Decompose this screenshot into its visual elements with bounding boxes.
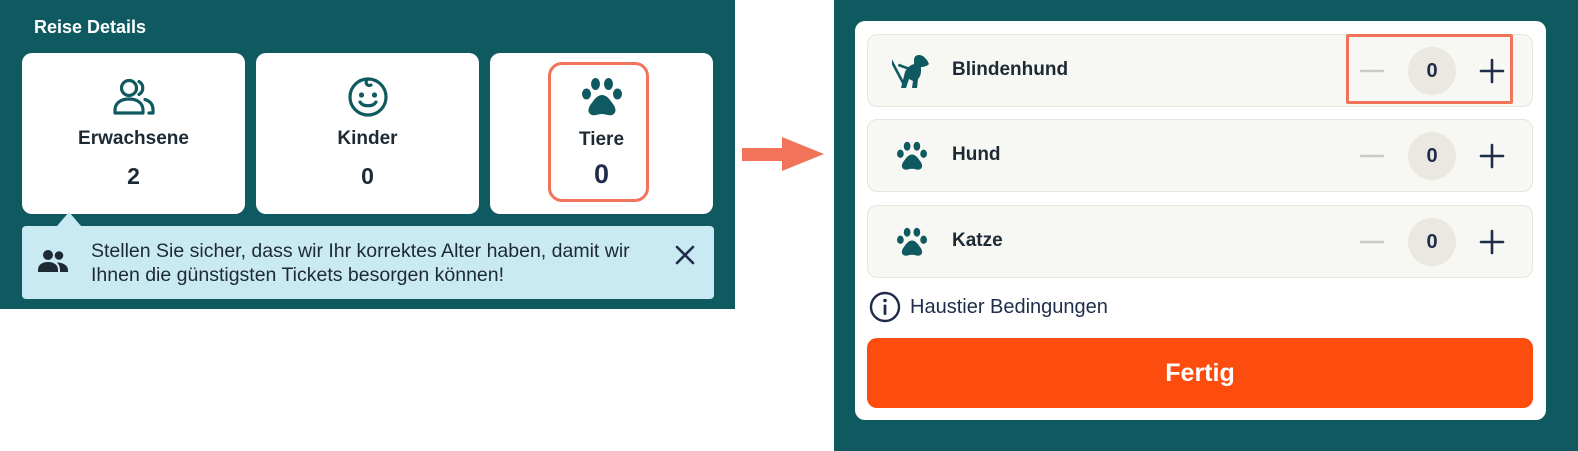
arrow-right-icon <box>742 136 826 172</box>
passenger-cards: Erwachsene 2 Kinder 0 Tiere 0 <box>22 53 714 215</box>
card-animals[interactable]: Tiere 0 <box>490 53 713 214</box>
animals-sheet: Blindenhund 0 Hund 0 Katze 0 Haustier Be… <box>855 21 1546 420</box>
info-message: Stellen Sie sicher, dass wir Ihr korrekt… <box>91 240 630 286</box>
row-label: Hund <box>952 144 1001 165</box>
child-face-icon <box>345 75 391 119</box>
card-label: Tiere <box>578 129 625 150</box>
count-value: 0 <box>1408 218 1456 266</box>
info-banner: Stellen Sie sicher, dass wir Ihr korrekt… <box>22 226 714 299</box>
callout-pointer <box>57 212 81 226</box>
pet-terms-link[interactable]: Haustier Bedingungen <box>869 291 1108 323</box>
paw-icon <box>892 223 932 261</box>
people-icon <box>37 246 69 276</box>
card-children[interactable]: Kinder 0 <box>256 53 479 214</box>
card-adults[interactable]: Erwachsene 2 <box>22 53 245 214</box>
increment-button[interactable] <box>1478 228 1506 256</box>
card-count: 0 <box>361 163 374 189</box>
count-value: 0 <box>1408 132 1456 180</box>
row-cat: Katze 0 <box>867 205 1533 278</box>
animals-panel: Blindenhund 0 Hund 0 Katze 0 Haustier Be… <box>834 0 1578 451</box>
travel-details-panel: Reise Details Erwachsene 2 Kinder 0 Tier… <box>0 0 735 309</box>
done-button[interactable]: Fertig <box>867 338 1533 408</box>
increment-button[interactable] <box>1478 57 1506 85</box>
row-dog: Hund 0 <box>867 119 1533 192</box>
section-title: Reise Details <box>34 17 147 37</box>
row-label: Katze <box>952 230 1003 251</box>
count-value: 0 <box>1408 47 1456 95</box>
paw-icon <box>579 75 625 119</box>
guide-dog-icon <box>892 52 932 90</box>
close-icon[interactable] <box>672 242 698 268</box>
card-label: Kinder <box>337 128 398 149</box>
row-guide-dog: Blindenhund 0 <box>867 34 1533 107</box>
decrement-button[interactable] <box>1358 142 1386 170</box>
card-count: 0 <box>593 159 610 189</box>
decrement-button[interactable] <box>1358 57 1386 85</box>
pet-terms-label: Haustier Bedingungen <box>910 295 1108 318</box>
adults-icon <box>111 75 157 119</box>
decrement-button[interactable] <box>1358 228 1386 256</box>
increment-button[interactable] <box>1478 142 1506 170</box>
paw-icon <box>892 137 932 175</box>
info-icon <box>869 291 901 323</box>
card-count: 2 <box>127 163 140 189</box>
row-label: Blindenhund <box>952 59 1069 80</box>
card-label: Erwachsene <box>78 128 189 149</box>
